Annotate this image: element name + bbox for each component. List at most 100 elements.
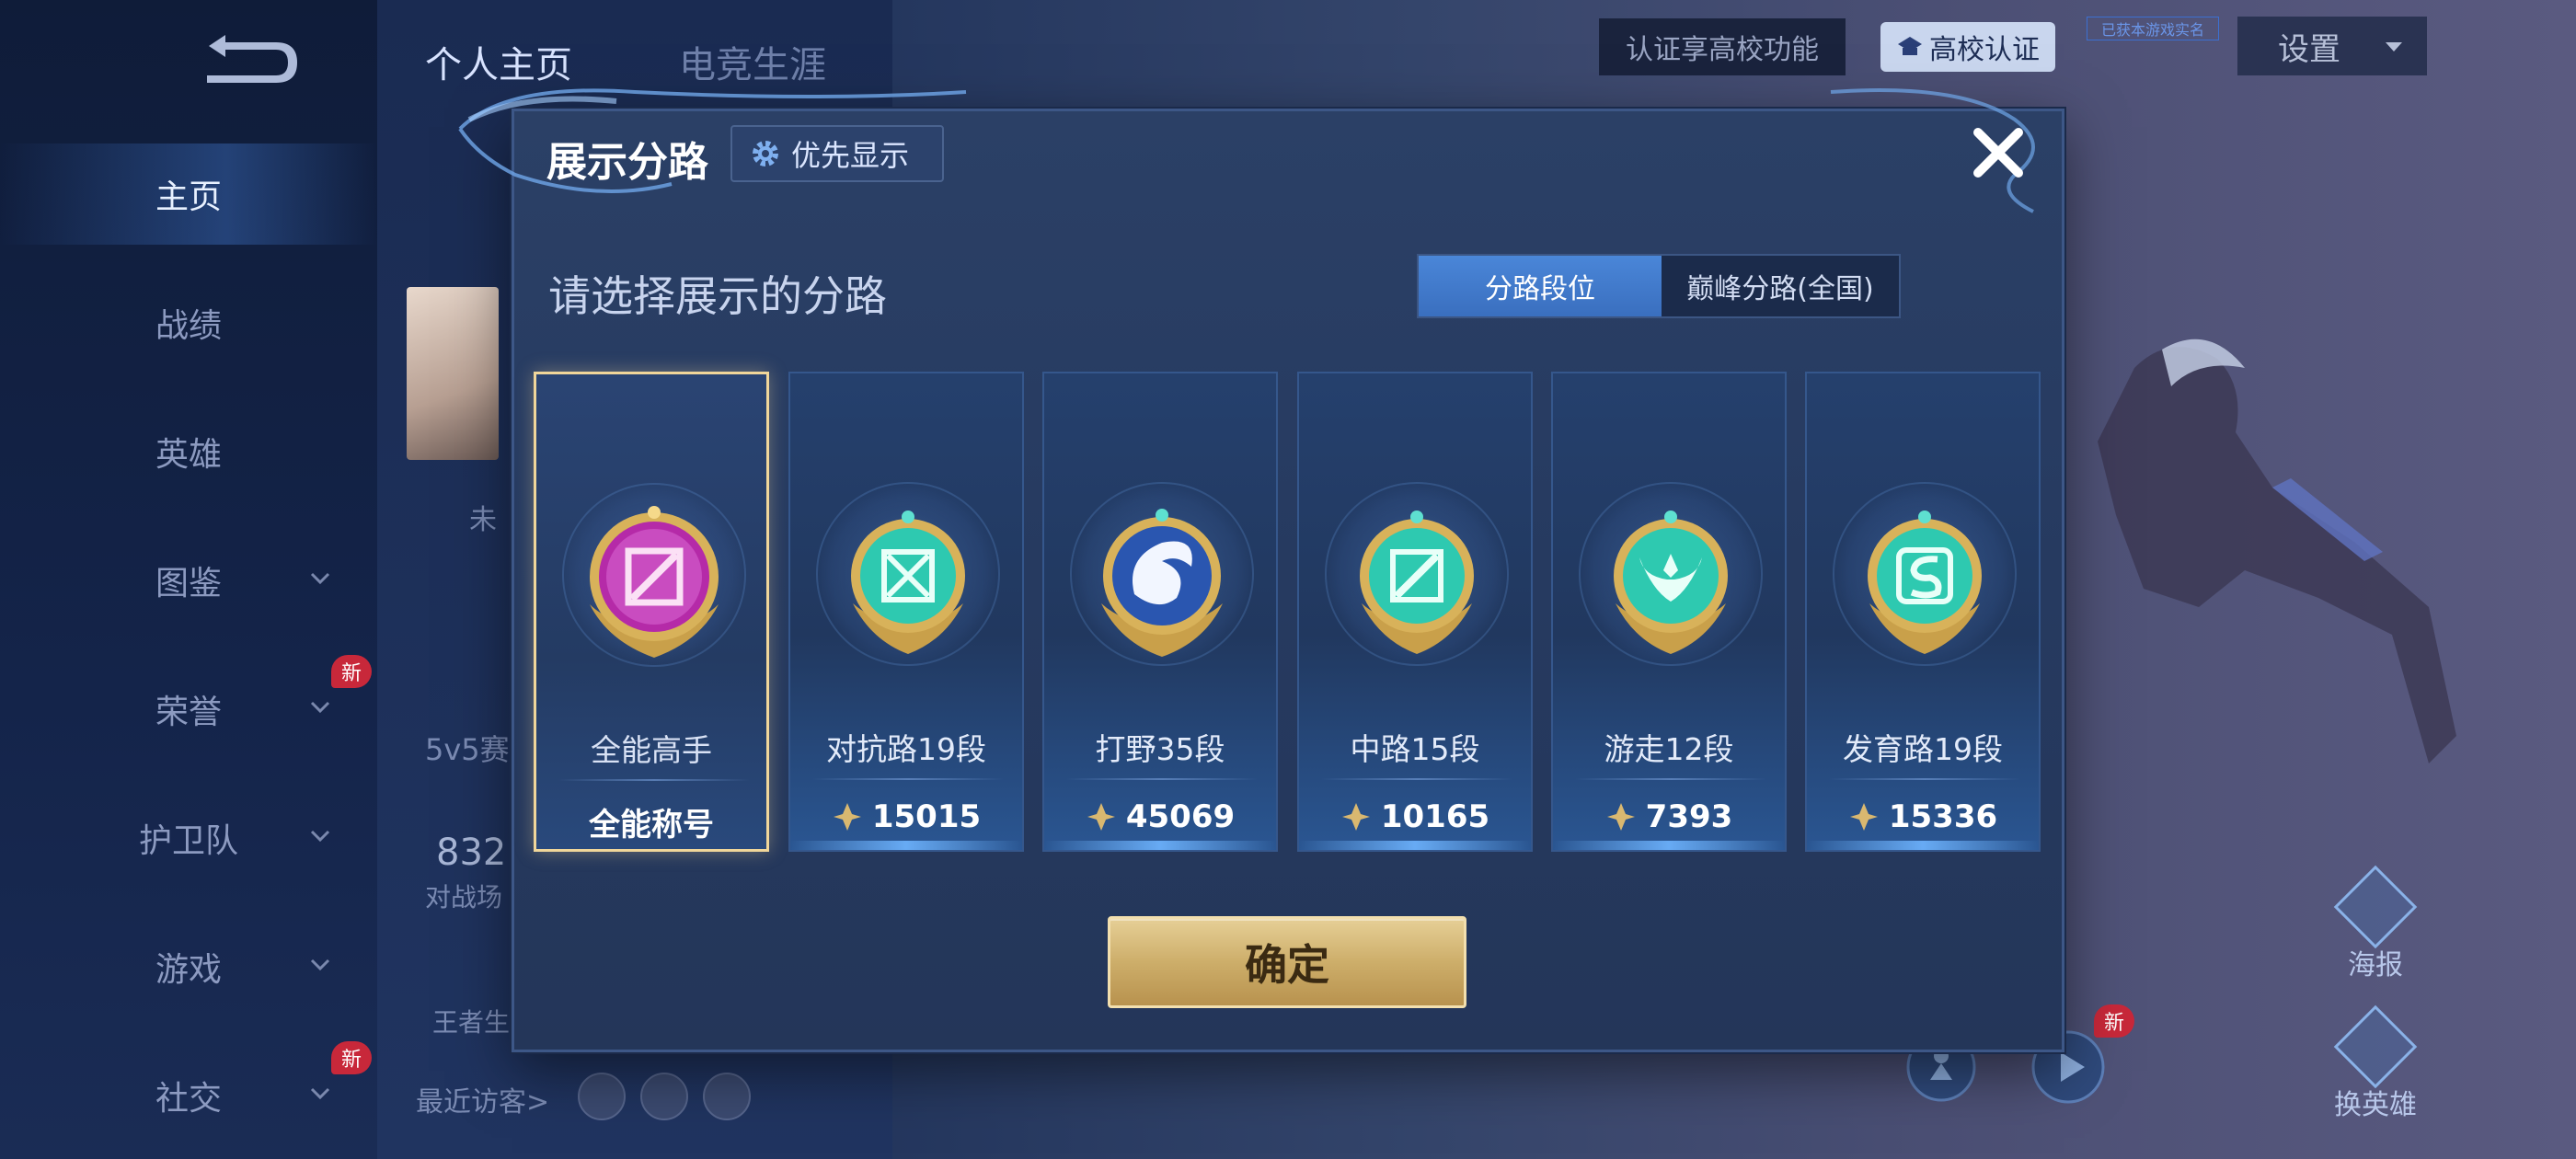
roam-emblem-icon [1614,511,1728,654]
tab-personal-home[interactable]: 个人主页 [425,35,572,88]
card-divider [558,779,750,781]
campus-icon [1898,37,1922,55]
toggle-peak-lane[interactable]: 巅峰分路(全国) [1662,256,1899,316]
king-label: 王者生 [432,1007,511,1038]
lane-score: 15336 [1807,798,2039,835]
rank-points-icon [1341,803,1370,831]
card-glow [1807,841,2039,850]
lane-card-farm[interactable]: 发育路19段 15336 [1805,372,2041,852]
lane-name: 对抗路19段 [826,731,986,767]
avatar[interactable] [407,287,499,460]
campus-certify-button[interactable]: 高校认证 [1880,22,2055,72]
rank-points-icon [1606,803,1635,831]
sidebar-item-label: 游戏 [155,951,222,989]
lane-score: 45069 [1044,798,1276,835]
card-divider [1066,778,1258,780]
lane-score: 10165 [1299,798,1531,835]
card-glow [1044,841,1276,850]
recent-visitors-link[interactable]: 最近访客> [416,1079,549,1119]
lane-mode-toggle: 分路段位 巅峰分路(全国) [1417,254,1901,318]
sidebar-item-guard[interactable]: 护卫队 [0,787,377,889]
lane-name: 发育路19段 [1843,731,2003,767]
sidebar-item-label: 社交 [155,1080,222,1118]
priority-display-label: 优先显示 [791,138,910,173]
visitor-avatar[interactable] [640,1073,688,1120]
visitor-avatar[interactable] [578,1073,626,1120]
change-hero-icon [2333,1004,2418,1089]
card-glow [790,841,1022,850]
lane-title: 全能称号 [589,807,714,843]
settings-button[interactable]: 设置 [2237,17,2427,75]
all-round-emblem-icon [590,506,719,658]
sidebar-item-heroes[interactable]: 英雄 [0,401,377,502]
lane-card-all-round[interactable]: 全能高手 全能称号 [534,372,769,852]
sidebar: 主页 战绩 英雄 图鉴 荣誉 新 护卫队 游戏 社交 新 [0,0,377,1159]
change-hero-button[interactable]: 换英雄 [2320,1004,2431,1122]
new-badge: 新 [331,655,372,688]
chevron-down-icon [2386,42,2402,52]
settings-label: 设置 [2278,30,2340,68]
gear-icon [753,141,778,166]
lane-score-value: 15015 [871,798,982,835]
farm-lane-emblem-icon [1868,511,1982,654]
card-glow [1299,841,1531,850]
close-icon[interactable] [1969,123,2028,182]
card-divider [1829,778,2020,780]
back-arrow-icon[interactable] [189,28,308,92]
sidebar-item-label: 英雄 [155,436,222,474]
sidebar-item-codex[interactable]: 图鉴 [0,530,377,631]
sidebar-item-record[interactable]: 战绩 [0,272,377,373]
battle-label: 对战场 [425,882,503,912]
sidebar-item-games[interactable]: 游戏 [0,916,377,1017]
clash-lane-emblem-icon [851,511,965,654]
lane-card-roam[interactable]: 游走12段 7393 [1551,372,1787,852]
chevron-down-icon [310,572,330,585]
card-divider [812,778,1004,780]
card-glow [1553,841,1785,850]
game-mode-text: 5v5赛 [425,732,510,767]
realname-tag: 已获本游戏实名 [2087,17,2219,40]
priority-display-button[interactable]: 优先显示 [730,125,944,182]
sidebar-item-home[interactable]: 主页 [0,143,377,245]
confirm-button[interactable]: 确定 [1108,916,1466,1008]
sidebar-item-honor[interactable]: 荣誉 [0,659,377,760]
sidebar-item-label: 图鉴 [155,565,222,602]
lane-card-clash[interactable]: 对抗路19段 15015 [788,372,1024,852]
tab-esports-career[interactable]: 电竞生涯 [679,35,826,88]
lane-card-mid[interactable]: 中路15段 10165 [1297,372,1533,852]
lane-card-jungle[interactable]: 打野35段 45069 [1042,372,1278,852]
rank-points-icon [1087,803,1115,831]
chevron-down-icon [310,1087,330,1100]
lane-score-value: 7393 [1645,798,1733,835]
poster-label: 海报 [2348,949,2403,981]
lane-score: 7393 [1553,798,1785,835]
modal-title: 展示分路 [546,139,708,186]
lane-name: 中路15段 [1350,731,1480,767]
lane-name: 全能高手 [591,732,712,768]
chevron-down-icon [310,830,330,843]
hero-illustration [2098,339,2456,763]
jungle-emblem-icon [1101,509,1223,657]
card-divider [1575,778,1766,780]
poster-icon [2333,865,2418,949]
mid-lane-emblem-icon [1360,511,1474,654]
sidebar-item-social[interactable]: 社交 [0,1045,377,1146]
lane-score: 15015 [790,798,1022,835]
lane-score-value: 15336 [1888,798,1998,835]
sidebar-item-label: 战绩 [155,307,222,345]
new-badge: 新 [331,1041,372,1074]
campus-certify-label: 高校认证 [1929,34,2040,66]
chevron-down-icon [310,701,330,714]
sidebar-item-label: 护卫队 [138,822,238,860]
rank-points-icon [1849,803,1878,831]
toggle-lane-rank[interactable]: 分路段位 [1419,256,1662,316]
chevron-down-icon [310,958,330,971]
battle-count: 832 [436,832,507,874]
sidebar-item-label: 荣誉 [155,694,222,731]
certify-tip: 认证享高校功能 [1599,18,1846,75]
lane-name: 游走12段 [1604,731,1734,767]
poster-button[interactable]: 海报 [2320,865,2431,982]
visitor-avatar[interactable] [703,1073,751,1120]
profile-tag-text: 未 [469,504,497,536]
sidebar-item-label: 主页 [155,178,222,216]
